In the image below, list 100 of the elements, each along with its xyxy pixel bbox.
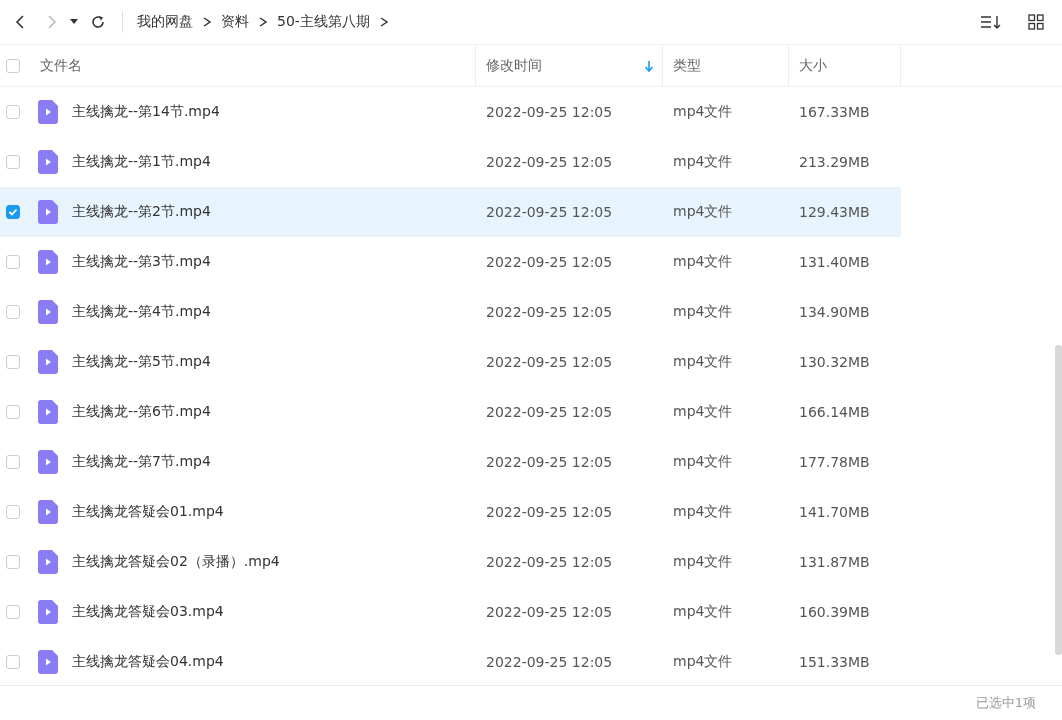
checkbox[interactable] [6, 655, 20, 669]
file-name[interactable]: 主线擒龙--第2节.mp4 [72, 203, 211, 221]
file-row[interactable]: 主线擒龙--第1节.mp4 2022-09-25 12:05 mp4文件 213.29MB [0, 137, 901, 187]
file-size-cell-text: 134.90MB [798, 304, 871, 320]
video-file-icon [38, 350, 58, 374]
file-row[interactable]: 主线擒龙--第2节.mp4 2022-09-25 12:05 mp4文件 129.43MB [0, 187, 901, 237]
modified-time-cell-text: 2022-09-25 12:05 [485, 204, 614, 220]
modified-time-cell-text: 2022-09-25 12:05 [485, 104, 614, 120]
file-name[interactable]: 主线擒龙--第3节.mp4 [72, 253, 211, 271]
checkbox[interactable] [6, 205, 20, 219]
file-type-cell-text: mp4文件 [672, 253, 734, 271]
file-size-cell-text: 129.43MB [798, 204, 871, 220]
video-file-icon [38, 200, 58, 224]
video-file-icon [38, 450, 58, 474]
sort-icon[interactable] [980, 14, 1002, 30]
file-type-cell-text: mp4文件 [672, 453, 734, 471]
file-name[interactable]: 主线擒龙--第6节.mp4 [72, 403, 211, 421]
dropdown-caret-icon[interactable] [70, 19, 78, 25]
video-file-icon [38, 400, 58, 424]
file-name[interactable]: 主线擒龙--第7节.mp4 [72, 453, 211, 471]
file-type-cell-text: mp4文件 [672, 303, 734, 321]
file-size-cell-text: 166.14MB [798, 404, 871, 420]
modified-time-cell-text: 2022-09-25 12:05 [485, 504, 614, 520]
selection-count: 已选中1项 [975, 694, 1036, 712]
file-name[interactable]: 主线擒龙答疑会03.mp4 [72, 603, 224, 621]
column-header[interactable]: 大小 [789, 46, 901, 86]
file-type-cell-text: mp4文件 [672, 503, 734, 521]
file-size-cell-text: 151.33MB [798, 654, 871, 670]
file-row[interactable]: 主线擒龙答疑会03.mp4 2022-09-25 12:05 mp4文件 160.39MB [0, 587, 901, 637]
checkbox[interactable] [6, 555, 20, 569]
file-size-cell-text: 160.39MB [798, 604, 871, 620]
file-row[interactable]: 主线擒龙--第6节.mp4 2022-09-25 12:05 mp4文件 166.14MB [0, 387, 901, 437]
file-row[interactable]: 主线擒龙--第4节.mp4 2022-09-25 12:05 mp4文件 134.90MB [0, 287, 901, 337]
checkbox[interactable] [6, 105, 20, 119]
scrollbar-thumb[interactable] [1055, 345, 1062, 655]
file-row[interactable]: 主线擒龙答疑会04.mp4 2022-09-25 12:05 mp4文件 151.33MB [0, 637, 901, 687]
file-name[interactable]: 主线擒龙答疑会02（录播）.mp4 [72, 553, 280, 571]
breadcrumb-item[interactable]: 50-主线第八期 [277, 13, 370, 31]
column-header[interactable]: 文件名 [30, 46, 476, 86]
modified-time-cell-text: 2022-09-25 12:05 [485, 454, 614, 470]
file-size-cell-text: 130.32MB [798, 354, 871, 370]
file-size-cell-text: 177.78MB [798, 454, 871, 470]
file-row[interactable]: 主线擒龙--第7节.mp4 2022-09-25 12:05 mp4文件 177.78MB [0, 437, 901, 487]
back-button[interactable] [14, 14, 26, 30]
modified-time-cell-text: 2022-09-25 12:05 [485, 404, 614, 420]
chevron-right-icon [259, 17, 267, 27]
file-row[interactable]: 主线擒龙--第5节.mp4 2022-09-25 12:05 mp4文件 130.32MB [0, 337, 901, 387]
modified-time-cell-text: 2022-09-25 12:05 [485, 554, 614, 570]
video-file-icon [38, 650, 58, 674]
file-size-cell-text: 213.29MB [798, 154, 871, 170]
file-name[interactable]: 主线擒龙--第1节.mp4 [72, 153, 211, 171]
modified-time-cell-text: 2022-09-25 12:05 [485, 304, 614, 320]
file-size-cell-text: 141.70MB [798, 504, 871, 520]
sort-down-arrow-icon [644, 60, 654, 72]
modified-time-cell-text: 2022-09-25 12:05 [485, 354, 614, 370]
file-type-cell-text: mp4文件 [672, 603, 734, 621]
checkbox[interactable] [6, 155, 20, 169]
checkbox[interactable] [6, 405, 20, 419]
file-size-cell-text: 131.87MB [798, 554, 871, 570]
video-file-icon [38, 250, 58, 274]
checkbox[interactable] [6, 355, 20, 369]
chevron-right-icon [379, 17, 388, 27]
checkbox[interactable] [6, 455, 20, 469]
video-file-icon [38, 500, 58, 524]
modified-time-cell-text: 2022-09-25 12:05 [485, 154, 614, 170]
file-row[interactable]: 主线擒龙--第3节.mp4 2022-09-25 12:05 mp4文件 131.40MB [0, 237, 901, 287]
file-name[interactable]: 主线擒龙答疑会04.mp4 [72, 653, 224, 671]
checkbox[interactable] [6, 305, 20, 319]
video-file-icon [38, 600, 58, 624]
checkbox[interactable] [6, 59, 20, 73]
file-name[interactable]: 主线擒龙--第4节.mp4 [72, 303, 211, 321]
video-file-icon [38, 150, 58, 174]
file-row[interactable]: 主线擒龙--第14节.mp4 2022-09-25 12:05 mp4文件 167.33MB [0, 87, 901, 137]
file-row[interactable]: 主线擒龙答疑会01.mp4 2022-09-25 12:05 mp4文件 141.70MB [0, 487, 901, 537]
file-type-cell-text: mp4文件 [672, 203, 734, 221]
column-header[interactable]: 修改时间 [476, 46, 663, 86]
breadcrumb-item[interactable]: 资料 [221, 13, 249, 31]
file-type-cell-text: mp4文件 [672, 653, 734, 671]
checkbox[interactable] [6, 505, 20, 519]
file-size-cell-text: 167.33MB [798, 104, 871, 120]
grid-view-icon[interactable] [1028, 14, 1044, 30]
file-name[interactable]: 主线擒龙--第14节.mp4 [72, 103, 220, 121]
chevron-right-icon [203, 17, 211, 27]
column-header[interactable]: 类型 [663, 46, 789, 86]
file-type-cell-text: mp4文件 [672, 553, 734, 571]
file-row[interactable]: 主线擒龙答疑会02（录播）.mp4 2022-09-25 12:05 mp4文件 131.87MB [0, 537, 901, 587]
video-file-icon [38, 100, 58, 124]
breadcrumb-item[interactable]: 我的网盘 [137, 13, 193, 31]
file-name[interactable]: 主线擒龙答疑会01.mp4 [72, 503, 224, 521]
file-name[interactable]: 主线擒龙--第5节.mp4 [72, 353, 211, 371]
checkbox[interactable] [6, 255, 20, 269]
video-file-icon [38, 550, 58, 574]
file-type-cell-text: mp4文件 [672, 103, 734, 121]
file-type-cell-text: mp4文件 [672, 403, 734, 421]
modified-time-cell-text: 2022-09-25 12:05 [485, 654, 614, 670]
video-file-icon [38, 300, 58, 324]
checkbox[interactable] [6, 605, 20, 619]
refresh-icon[interactable] [90, 14, 106, 30]
file-size-cell-text: 131.40MB [798, 254, 871, 270]
modified-time-cell-text: 2022-09-25 12:05 [485, 604, 614, 620]
